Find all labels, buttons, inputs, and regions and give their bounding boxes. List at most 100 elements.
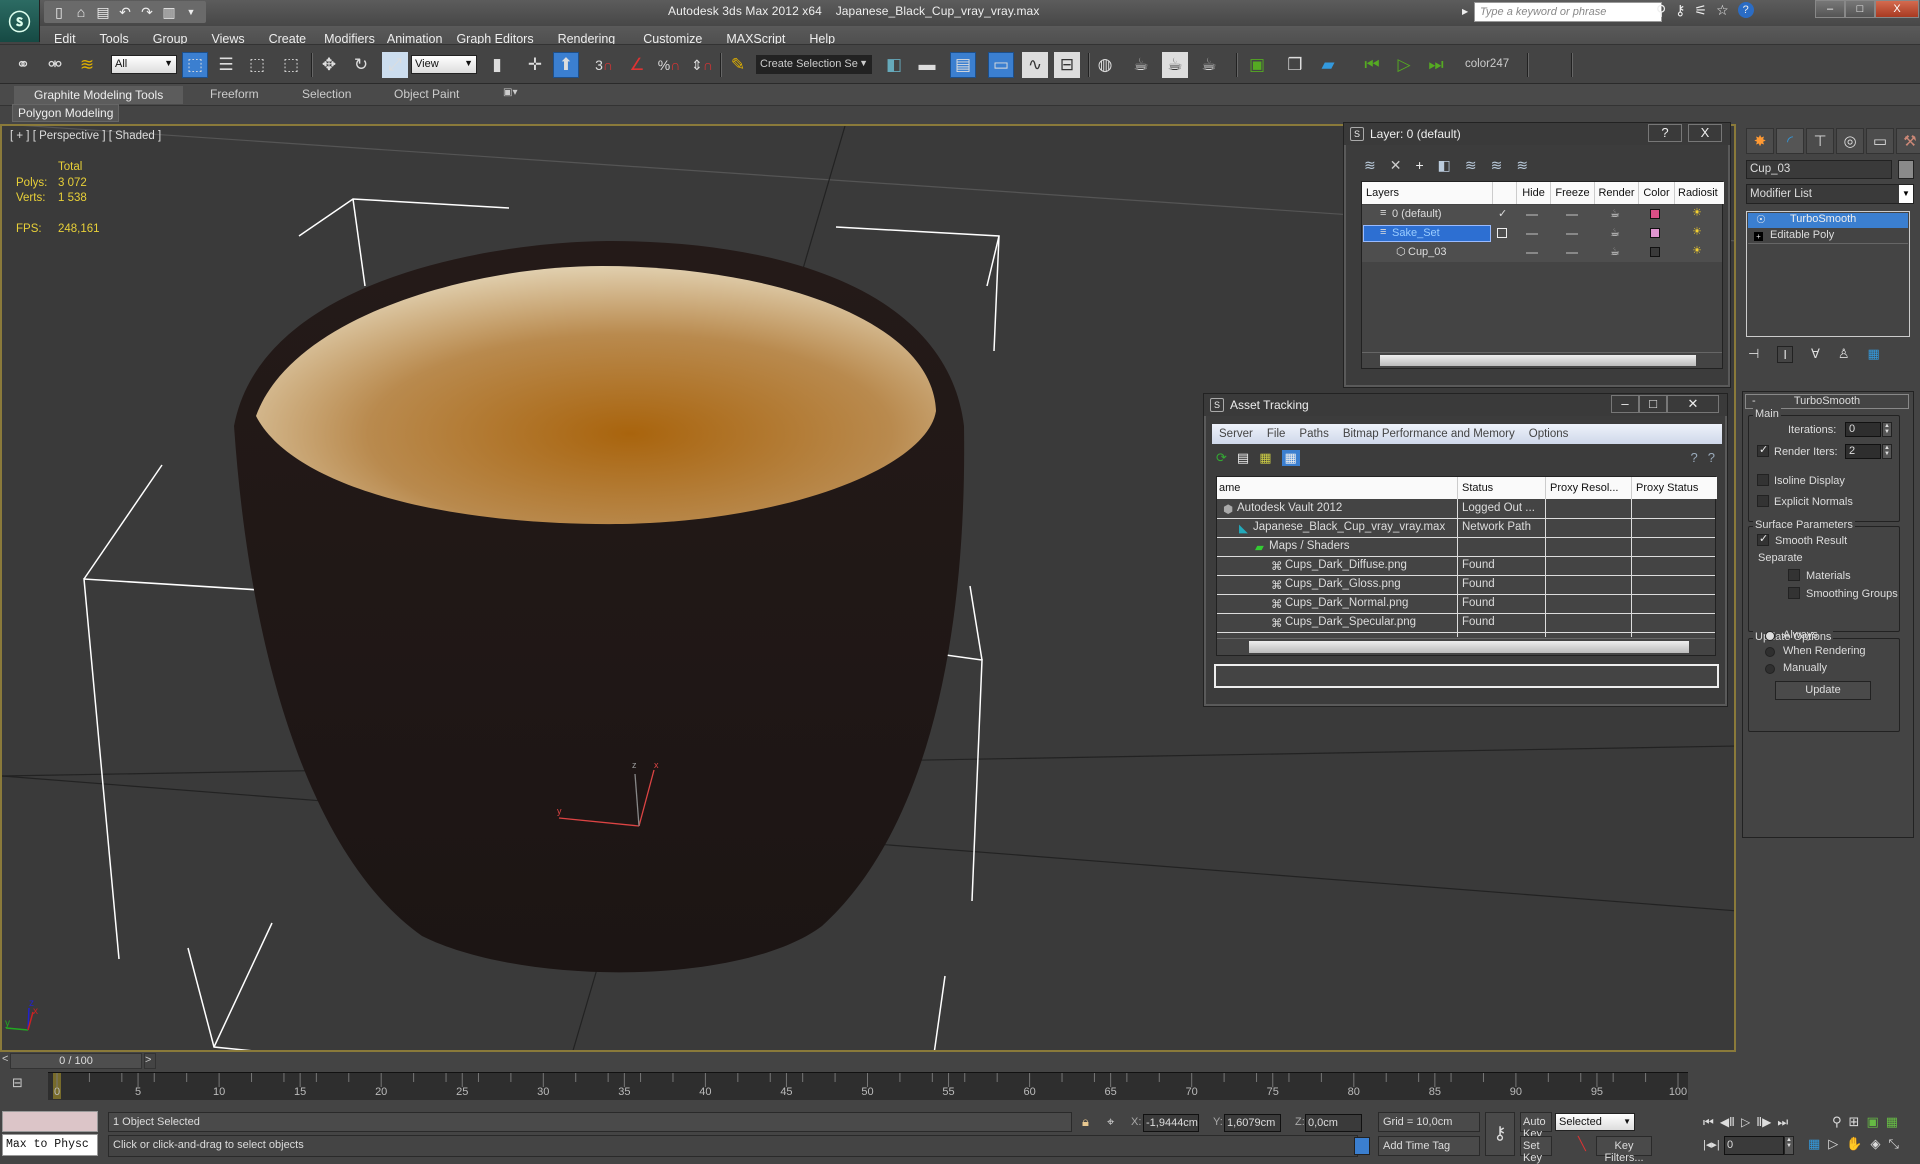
vray-proxy-icon[interactable]: ❒ <box>1282 52 1308 78</box>
z-coordinate-field[interactable]: 0,0cm <box>1305 1114 1362 1132</box>
app-menu-button[interactable]: ⓢ <box>0 0 40 42</box>
layer-row[interactable]: ⬡ Cup_03 ☕ ☀ <box>1362 243 1722 262</box>
lightbulb-icon[interactable]: ☉ <box>1756 213 1766 226</box>
render-iters-spinner-arrows[interactable]: ▲ ▼ <box>1882 444 1892 459</box>
new-icon[interactable]: ▯ <box>50 4 68 21</box>
rect-selection-region-icon[interactable]: ⬚ <box>244 52 270 78</box>
col-name[interactable]: ame <box>1217 477 1457 499</box>
time-prev-button[interactable]: < <box>2 1053 8 1065</box>
link-icon[interactable]: ⚭ <box>10 52 36 78</box>
pan-view-icon[interactable]: ✋ <box>1846 1136 1862 1152</box>
binoculars-icon[interactable]: ⚲ <box>1656 2 1666 19</box>
script-listener-input[interactable]: Max to Physc <box>2 1134 98 1156</box>
curve-editor-mini-icon[interactable]: ⊟ <box>12 1075 23 1091</box>
stack-item-turbosmooth[interactable]: ☉ TurboSmooth <box>1748 213 1908 228</box>
material-editor-icon[interactable]: ◍ <box>1092 52 1118 78</box>
asset-row[interactable]: ◣ Japanese_Black_Cup_vray_vray.max Network… <box>1217 519 1715 538</box>
qat-dropdown-icon[interactable]: ▼ <box>182 7 200 17</box>
rendered-frame-window-icon[interactable]: ☕ <box>1162 52 1188 78</box>
scrollbar-thumb[interactable] <box>1249 641 1689 653</box>
tab-selection[interactable]: Selection <box>302 87 351 101</box>
help-button[interactable]: ? <box>1648 124 1682 142</box>
stack-item-editable-poly[interactable]: + Editable Poly <box>1748 229 1908 244</box>
absolute-mode-icon[interactable]: ⌖ <box>1107 1114 1114 1130</box>
set-key-mode-icon[interactable]: ⚷ <box>1485 1112 1515 1156</box>
maximize-button[interactable]: □ <box>1639 395 1667 413</box>
object-color-swatch[interactable] <box>1898 160 1914 179</box>
asset-h-scrollbar[interactable] <box>1217 638 1715 655</box>
add-to-layer-icon[interactable]: + <box>1415 157 1423 174</box>
active-layer-box[interactable] <box>1497 228 1507 238</box>
layer-color-swatch[interactable] <box>1650 247 1660 257</box>
rotate-icon[interactable]: ↻ <box>348 52 374 78</box>
make-unique-icon[interactable]: ∀ <box>1811 346 1820 363</box>
unlink-icon[interactable]: ⚮ <box>42 52 68 78</box>
add-time-tag-button[interactable]: Add Time Tag <box>1378 1136 1480 1156</box>
render-iters-checkbox[interactable] <box>1757 443 1769 457</box>
asset-row[interactable]: ▰ Maps / Shaders <box>1217 538 1715 557</box>
hide-all-layers-icon[interactable]: ≋ <box>1491 157 1503 174</box>
star-icon[interactable]: ☆ <box>1716 2 1729 19</box>
col-render[interactable]: Render <box>1594 182 1638 204</box>
minimize-button[interactable]: – <box>1611 395 1639 413</box>
remove-modifier-icon[interactable]: ♙ <box>1838 346 1850 363</box>
isoline-display-checkbox[interactable] <box>1757 474 1769 486</box>
time-slider-track[interactable] <box>0 1052 1736 1070</box>
script-listener-output[interactable] <box>2 1111 98 1132</box>
col-status[interactable]: Status <box>1457 477 1545 499</box>
undo-icon[interactable]: ↶ <box>116 4 134 21</box>
play-icon[interactable]: ▷ <box>1741 1115 1750 1130</box>
asset-menu-file[interactable]: File <box>1260 428 1293 440</box>
col-hide[interactable]: Hide <box>1516 182 1550 204</box>
minimize-button[interactable]: – <box>1815 0 1845 18</box>
col-active[interactable] <box>1492 182 1516 204</box>
update-when-rendering-radio[interactable] <box>1765 647 1775 657</box>
window-crossing-icon[interactable]: ⬚ <box>278 52 304 78</box>
col-radiosity[interactable]: Radiosit <box>1674 182 1724 204</box>
modify-tab-icon[interactable]: ◜ <box>1776 128 1804 154</box>
scene-explorer-icon[interactable]: ▭ <box>988 52 1014 78</box>
search-input[interactable]: Type a keyword or phrase <box>1474 2 1662 22</box>
delete-layer-icon[interactable]: ✕ <box>1390 157 1402 174</box>
motion-tab-icon[interactable]: ◎ <box>1836 128 1864 154</box>
render-teapot-icon[interactable]: ☕ <box>1610 207 1620 220</box>
zoom-all-icon[interactable]: ⊞ <box>1849 1114 1860 1130</box>
create-tab-icon[interactable]: ✸ <box>1746 128 1774 154</box>
render-production-icon[interactable]: ☕ <box>1196 52 1222 78</box>
hide-toggle[interactable] <box>1526 252 1538 254</box>
layer-row[interactable]: ≡ Sake_Set ☕ ☀ <box>1362 224 1722 243</box>
layer-color-swatch[interactable] <box>1650 209 1660 219</box>
layer-manager-icon[interactable]: ▤ <box>950 52 976 78</box>
layer-name[interactable]: Cup_03 <box>1408 246 1447 258</box>
satellite-icon[interactable]: ⚟ <box>1695 2 1708 19</box>
align-icon[interactable]: ▬ <box>914 52 940 78</box>
col-color[interactable]: Color <box>1638 182 1674 204</box>
schematic-view-icon[interactable]: ⊟ <box>1054 52 1080 78</box>
vray-play-icon[interactable]: ▷ <box>1391 52 1417 78</box>
viewport-label[interactable]: [ + ] [ Perspective ] [ Shaded ] <box>10 130 161 142</box>
pin-stack-icon[interactable]: ⊣ <box>1748 346 1759 363</box>
rollout-header[interactable]: - TurboSmooth <box>1745 394 1909 409</box>
list-view-icon[interactable]: ▤ <box>1237 450 1249 466</box>
key-mode-dropdown[interactable]: Selected ▼ <box>1555 1113 1635 1131</box>
create-layer-icon[interactable]: ≋ <box>1364 157 1376 174</box>
separate-materials-checkbox[interactable] <box>1788 569 1800 581</box>
layer-h-scrollbar[interactable] <box>1362 352 1722 368</box>
vray-next-icon[interactable]: ⏭ <box>1423 52 1449 78</box>
open-icon[interactable]: ⌂ <box>72 4 90 20</box>
render-teapot-icon[interactable]: ☕ <box>1610 245 1620 258</box>
expand-icon[interactable]: + <box>1754 232 1763 241</box>
radiosity-icon[interactable]: ☀ <box>1692 225 1702 238</box>
next-frame-icon[interactable]: Ⅱ▶ <box>1756 1115 1771 1130</box>
freeze-toggle[interactable] <box>1566 214 1578 216</box>
freeze-toggle[interactable] <box>1566 233 1578 235</box>
thumbnail-view-icon[interactable]: ▦ <box>1259 450 1271 466</box>
utilities-tab-icon[interactable]: ⚒ <box>1896 128 1920 154</box>
spinner-snap-icon[interactable]: ⇕ ∩ <box>689 52 715 78</box>
asset-menu-paths[interactable]: Paths <box>1292 428 1335 440</box>
vray-light-icon[interactable]: ▰ <box>1315 52 1341 78</box>
scrollbar-thumb[interactable] <box>1380 355 1696 366</box>
selection-filter-dropdown[interactable]: All <box>111 55 177 74</box>
radiosity-icon[interactable]: ☀ <box>1692 244 1702 257</box>
project-icon[interactable]: ▥ <box>160 4 178 21</box>
